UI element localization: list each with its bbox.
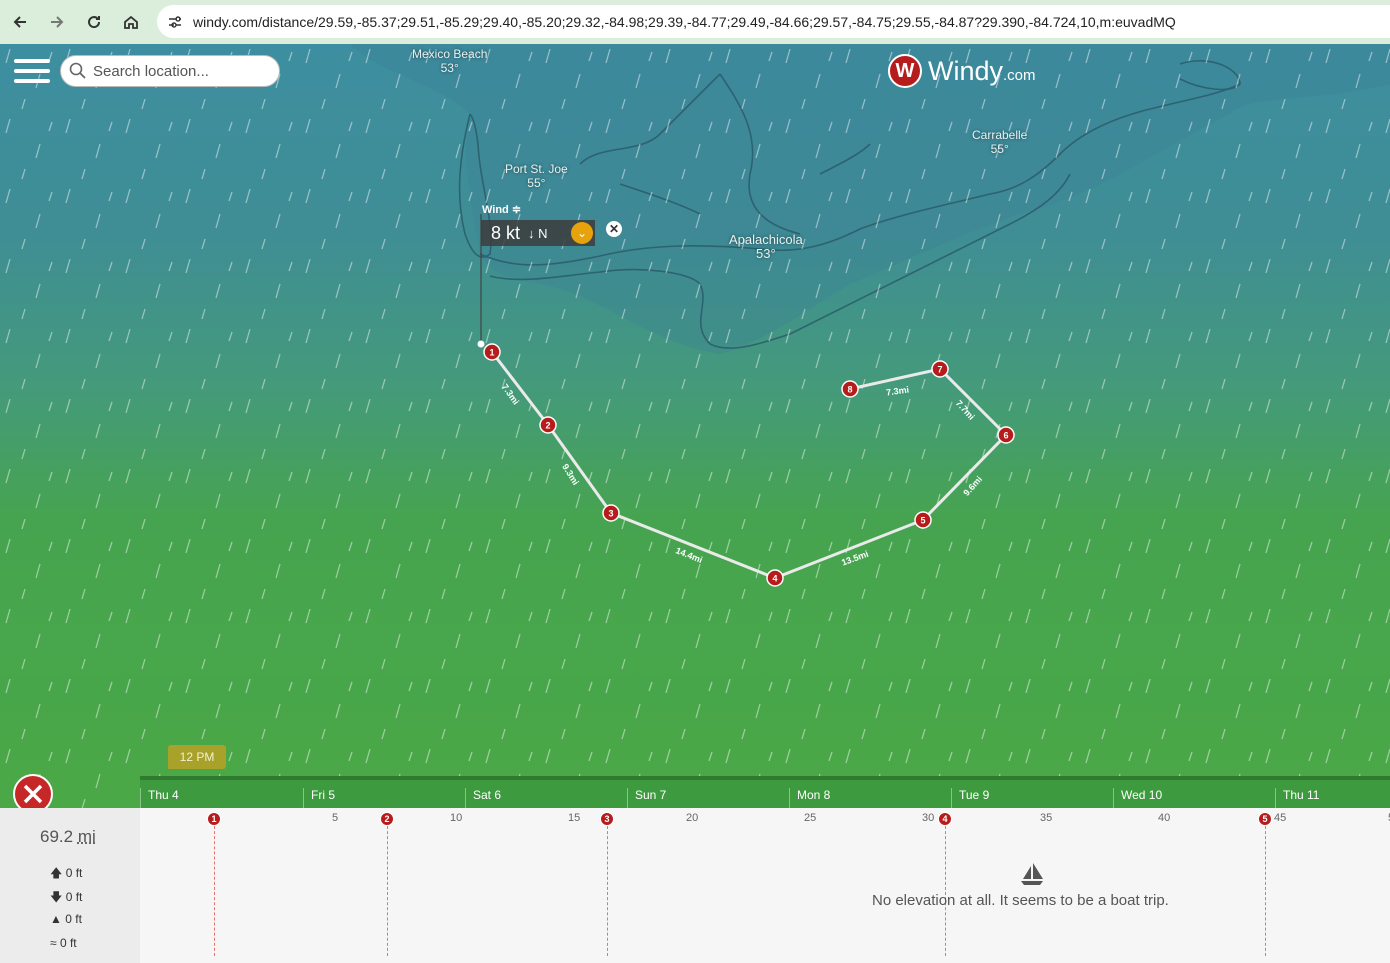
time-badge[interactable]: 12 PM <box>168 745 226 769</box>
profile-waypoint-pin[interactable]: 5 <box>1258 812 1272 826</box>
svg-text:6: 6 <box>1003 431 1008 441</box>
svg-text:1: 1 <box>489 348 494 358</box>
windy-logo-icon: W <box>888 54 922 88</box>
waypoint-guide <box>1265 826 1266 956</box>
search-icon <box>69 62 86 79</box>
waypoint-marker[interactable]: 1 <box>483 343 501 361</box>
timeline[interactable]: Thu 4 Fri 5 Sat 6 Sun 7 Mon 8 Tue 9 Wed … <box>140 776 1390 812</box>
wind-picker[interactable]: 8 kt ↓ N ⌄ <box>481 220 595 246</box>
waypoint-marker[interactable]: 5 <box>914 511 932 529</box>
mountain-icon: ▲ <box>50 912 62 926</box>
address-bar[interactable]: windy.com/distance/29.59,-85.37;29.51,-8… <box>157 5 1390 38</box>
total-distance: 69.2 mi <box>40 827 96 846</box>
logo-name: Windy <box>928 55 1004 86</box>
svg-text:7: 7 <box>937 365 942 375</box>
back-button[interactable] <box>3 5 37 39</box>
scale-label: 40 <box>1158 812 1171 824</box>
distance-unit[interactable]: mi <box>78 827 96 846</box>
waypoint-marker[interactable]: 4 <box>766 569 784 587</box>
home-button[interactable] <box>114 5 148 39</box>
waypoint-marker[interactable]: 8 <box>841 380 859 398</box>
browser-toolbar: windy.com/distance/29.59,-85.37;29.51,-8… <box>0 0 1390 44</box>
waypoint-guide <box>214 826 215 956</box>
waypoint-guide <box>607 826 608 956</box>
svg-text:5: 5 <box>920 516 925 526</box>
scale-label: 45 <box>1274 812 1287 824</box>
waypoint-marker[interactable]: 7 <box>931 360 949 378</box>
logo-suffix: .com <box>1003 66 1036 84</box>
scale-label: 25 <box>804 812 817 824</box>
wind-value: 8 kt <box>491 222 521 243</box>
scale-label: 5 <box>332 812 339 824</box>
svg-text:8: 8 <box>847 385 852 395</box>
svg-text:3: 3 <box>608 509 613 519</box>
profile-message: No elevation at all. It seems to be a bo… <box>872 892 1169 909</box>
svg-text:2: 2 <box>545 421 550 431</box>
reload-button[interactable] <box>77 5 111 39</box>
scale-label: 10 <box>450 812 463 824</box>
arrow-down-icon: 🡇 <box>50 890 63 904</box>
profile-waypoint-pin[interactable]: 1 <box>207 812 221 826</box>
url-text: windy.com/distance/29.59,-85.37;29.51,-8… <box>193 13 1176 30</box>
reload-icon <box>88 16 101 29</box>
wind-direction: ↓ N <box>528 225 548 241</box>
arrow-left-icon <box>13 16 26 28</box>
elevation-profile[interactable]: 510152025303540455 12345 No elevation at… <box>140 808 1390 963</box>
city-label[interactable]: Mexico Beach 53° <box>412 47 487 75</box>
map-layer: 12345678 7.3mi9.3mi14.4mi 13.5mi9.6mi7.7m… <box>0 44 1390 808</box>
waves-icon: ≈ <box>50 936 57 950</box>
profile-waypoint-pin[interactable]: 2 <box>380 812 394 826</box>
arrow-right-icon <box>51 16 64 28</box>
svg-text:4: 4 <box>772 574 777 584</box>
close-icon[interactable]: ✕ <box>606 221 622 237</box>
site-settings-icon[interactable] <box>167 14 183 30</box>
descent-stat: 🡇 0 ft <box>50 890 83 904</box>
search-input[interactable] <box>93 62 273 80</box>
forward-button[interactable] <box>40 5 74 39</box>
max-elevation-stat: ▲ 0 ft <box>50 912 82 926</box>
city-label[interactable]: Apalachicola 53° <box>729 233 803 261</box>
profile-waypoint-pin[interactable]: 3 <box>600 812 614 826</box>
scale-label: 15 <box>568 812 581 824</box>
map[interactable]: 12345678 7.3mi 9.3mi 14.4mi 13.5mi 9.6mi 7.7m… <box>0 44 1390 808</box>
arrow-up-icon: 🡅 <box>50 866 63 880</box>
search-box[interactable] <box>60 55 280 87</box>
home-icon <box>124 15 138 29</box>
scale-label: 35 <box>1040 812 1053 824</box>
chevron-down-icon[interactable]: ⌄ <box>571 222 593 244</box>
close-icon <box>23 784 43 804</box>
waypoint-marker[interactable]: 6 <box>997 426 1015 444</box>
windy-logo[interactable]: W Windy.com <box>888 54 1036 88</box>
waypoint-guide <box>387 826 388 956</box>
route-summary: 69.2 mi 🡅 0 ft 🡇 0 ft ▲ 0 ft ≈ 0 ft <box>0 808 140 963</box>
wind-label: Wind ≑ <box>482 204 522 216</box>
sailboat-icon <box>1021 863 1043 885</box>
average-elevation-stat: ≈ 0 ft <box>50 936 77 950</box>
scale-label: 20 <box>686 812 699 824</box>
city-label[interactable]: Port St. Joe 55° <box>505 162 568 190</box>
city-label[interactable]: Carrabelle 55° <box>972 128 1027 156</box>
profile-waypoint-pin[interactable]: 4 <box>938 812 952 826</box>
waypoint-marker[interactable]: 3 <box>602 504 620 522</box>
menu-button[interactable] <box>14 59 50 87</box>
waypoint-marker[interactable]: 2 <box>539 416 557 434</box>
ascent-stat: 🡅 0 ft <box>50 866 83 880</box>
waypoint-guide <box>945 826 946 956</box>
scale-label: 30 <box>922 812 935 824</box>
